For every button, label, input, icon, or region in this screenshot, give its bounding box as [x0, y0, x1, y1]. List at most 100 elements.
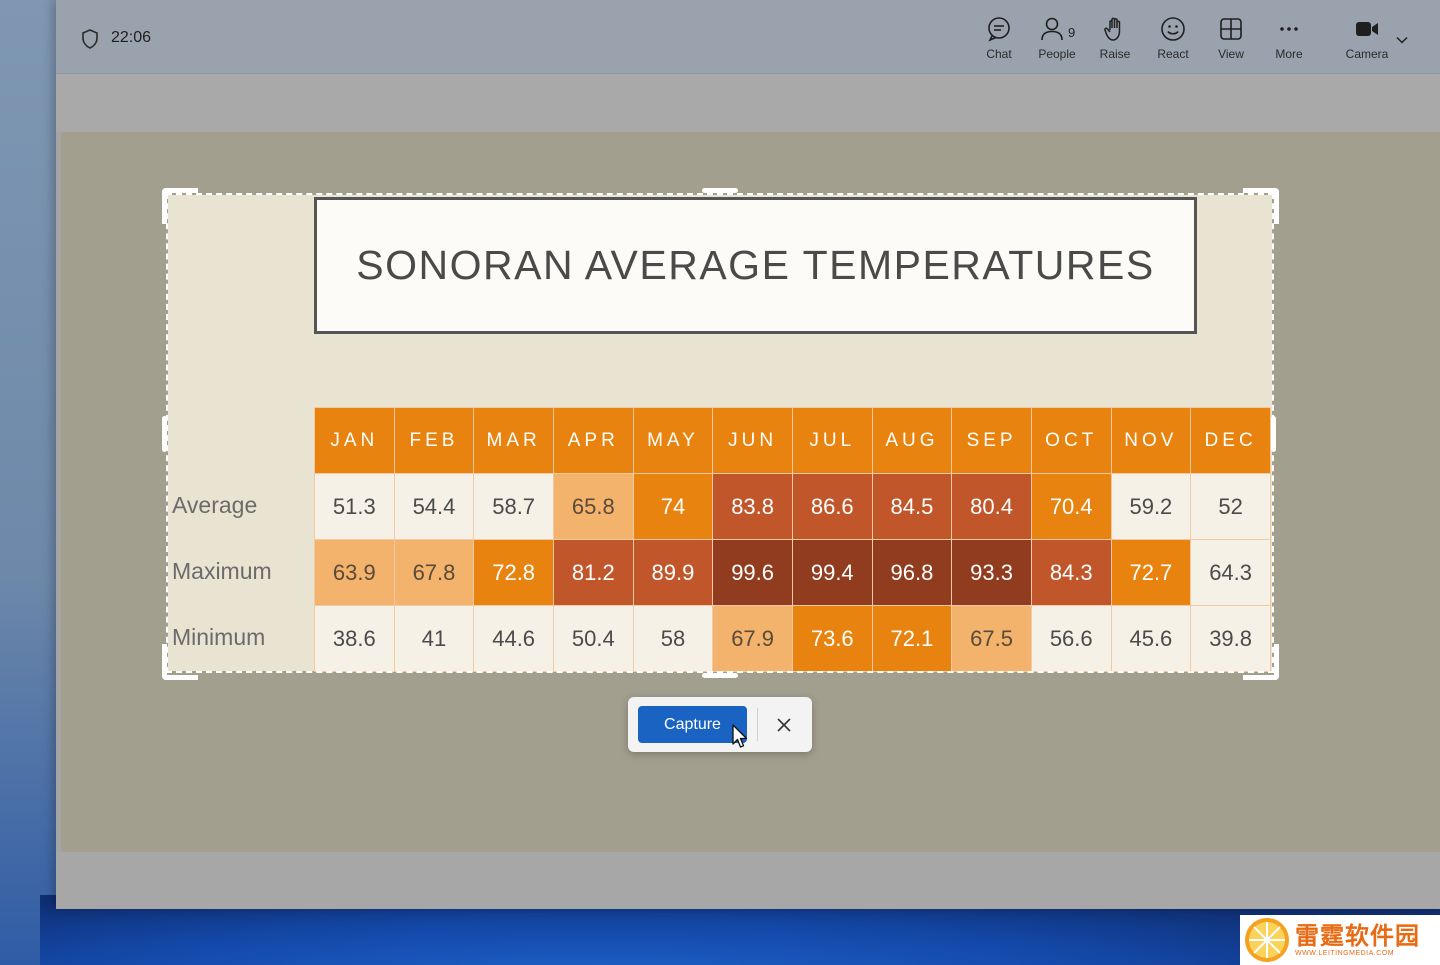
month-header: AUG: [871, 407, 953, 474]
table-cell: 58.7: [473, 473, 554, 540]
table-cell: 44.6: [473, 605, 554, 672]
table-cell: 74: [632, 473, 714, 540]
table-cell: 38.6: [314, 605, 395, 672]
camera-icon: [1356, 22, 1378, 36]
table-cell: 67.9: [712, 605, 793, 672]
selection-handle-top-left[interactable]: [162, 188, 198, 224]
capture-toolbar: Capture: [628, 697, 812, 752]
month-header: JAN: [314, 407, 395, 474]
month-header: NOV: [1110, 407, 1192, 474]
selection-handle-right[interactable]: [1271, 416, 1276, 452]
people-button[interactable]: 9 People: [1029, 16, 1085, 66]
watermark-title: 雷霆软件园: [1295, 922, 1420, 950]
table-cell: 96.8: [871, 539, 953, 606]
table-row-minimum: 38.6 41 44.6 50.4 58 67.9 73.6 72.1 67.5…: [314, 605, 1271, 672]
table-cell: 52: [1190, 473, 1271, 540]
month-header: MAR: [473, 407, 554, 474]
table-cell: 84.3: [1030, 539, 1112, 606]
slide-title-box: SONORAN AVERAGE TEMPERATURES: [314, 197, 1197, 334]
raise-button[interactable]: Raise: [1087, 16, 1143, 66]
more-dots-icon: [1280, 27, 1298, 31]
table-cell: 67.8: [393, 539, 475, 606]
table-cell: 70.4: [1030, 473, 1112, 540]
selection-handle-top[interactable]: [702, 188, 738, 193]
table-cell: 67.5: [951, 605, 1032, 672]
month-header: DEC: [1190, 407, 1271, 474]
close-capture-button[interactable]: [768, 709, 800, 741]
table-cell: 84.5: [871, 473, 953, 540]
orange-slice-logo-icon: [1245, 918, 1289, 962]
table-cell: 63.9: [314, 539, 395, 606]
row-label-maximum: Maximum: [172, 558, 272, 584]
people-label: People: [1038, 47, 1076, 61]
more-button[interactable]: More: [1261, 16, 1317, 66]
month-header: FEB: [393, 407, 475, 474]
row-label-average: Average: [172, 492, 258, 518]
month-header: APR: [552, 407, 634, 474]
month-header-row: JAN FEB MAR APR MAY JUN JUL AUG SEP OCT …: [314, 407, 1271, 474]
table-cell: 54.4: [393, 473, 475, 540]
shield-icon: [82, 29, 98, 49]
table-cell: 80.4: [951, 473, 1032, 540]
selection-handle-bottom-left[interactable]: [162, 644, 198, 680]
chevron-down-icon[interactable]: [1395, 33, 1409, 47]
raise-label: Raise: [1099, 47, 1131, 61]
chat-button[interactable]: Chat: [971, 16, 1027, 66]
month-header: MAY: [632, 407, 714, 474]
selection-handle-top-right[interactable]: [1243, 188, 1279, 224]
table-cell: 73.6: [791, 605, 873, 672]
watermark-url: WWW.LEITINGMEDIA.COM: [1295, 949, 1395, 957]
people-count: 9: [1068, 25, 1076, 40]
camera-button[interactable]: Camera: [1339, 16, 1395, 66]
table-cell: 72.1: [871, 605, 953, 672]
camera-label: Camera: [1345, 47, 1389, 61]
table-row-maximum: 63.9 67.8 72.8 81.2 89.9 99.6 99.4 96.8 …: [314, 539, 1271, 606]
table-cell: 51.3: [314, 473, 395, 540]
selection-handle-bottom[interactable]: [702, 673, 738, 678]
slide-title: SONORAN AVERAGE TEMPERATURES: [356, 242, 1155, 288]
table-cell: 99.6: [712, 539, 793, 606]
selection-handle-left[interactable]: [162, 416, 167, 452]
raise-hand-icon: [1104, 17, 1121, 41]
stage-bottom-margin: [56, 852, 1440, 909]
people-icon: [1041, 17, 1063, 41]
close-icon: [777, 718, 791, 732]
table-cell: 89.9: [632, 539, 714, 606]
table-cell: 58: [632, 605, 714, 672]
month-header: OCT: [1030, 407, 1112, 474]
table-cell: 45.6: [1110, 605, 1192, 672]
temperature-table: JAN FEB MAR APR MAY JUN JUL AUG SEP OCT …: [314, 407, 1271, 672]
chat-icon: [988, 17, 1010, 42]
table-cell: 81.2: [552, 539, 634, 606]
table-cell: 72.7: [1110, 539, 1192, 606]
table-cell: 72.8: [473, 539, 554, 606]
table-cell: 83.8: [712, 473, 793, 540]
table-row-average: 51.3 54.4 58.7 65.8 74 83.8 86.6 84.5 80…: [314, 473, 1271, 540]
view-button[interactable]: View: [1203, 16, 1259, 66]
meeting-timer: 22:06: [111, 29, 152, 46]
mouse-cursor-icon: [732, 724, 748, 748]
month-header: JUL: [791, 407, 873, 474]
table-cell: 99.4: [791, 539, 873, 606]
toolbar-divider: [757, 708, 758, 741]
react-button[interactable]: React: [1145, 16, 1201, 66]
more-label: More: [1275, 47, 1303, 61]
month-header: SEP: [951, 407, 1032, 474]
react-label: React: [1157, 47, 1189, 61]
grid-view-icon: [1220, 18, 1242, 40]
month-header: JUN: [712, 407, 793, 474]
watermark: 雷霆软件园 WWW.LEITINGMEDIA.COM: [1240, 915, 1440, 965]
table-cell: 64.3: [1190, 539, 1271, 606]
view-label: View: [1218, 47, 1244, 61]
table-cell: 59.2: [1110, 473, 1192, 540]
table-cell: 50.4: [552, 605, 634, 672]
table-cell: 65.8: [552, 473, 634, 540]
meeting-toolbar: 22:06 Chat 9 People Raise React View Mor…: [56, 0, 1440, 74]
selection-handle-bottom-right[interactable]: [1243, 644, 1279, 680]
table-cell: 86.6: [791, 473, 873, 540]
chat-label: Chat: [986, 47, 1012, 61]
table-cell: 41: [393, 605, 475, 672]
table-cell: 56.6: [1030, 605, 1112, 672]
stage-top-margin: [56, 74, 1440, 132]
table-cell: 93.3: [951, 539, 1032, 606]
